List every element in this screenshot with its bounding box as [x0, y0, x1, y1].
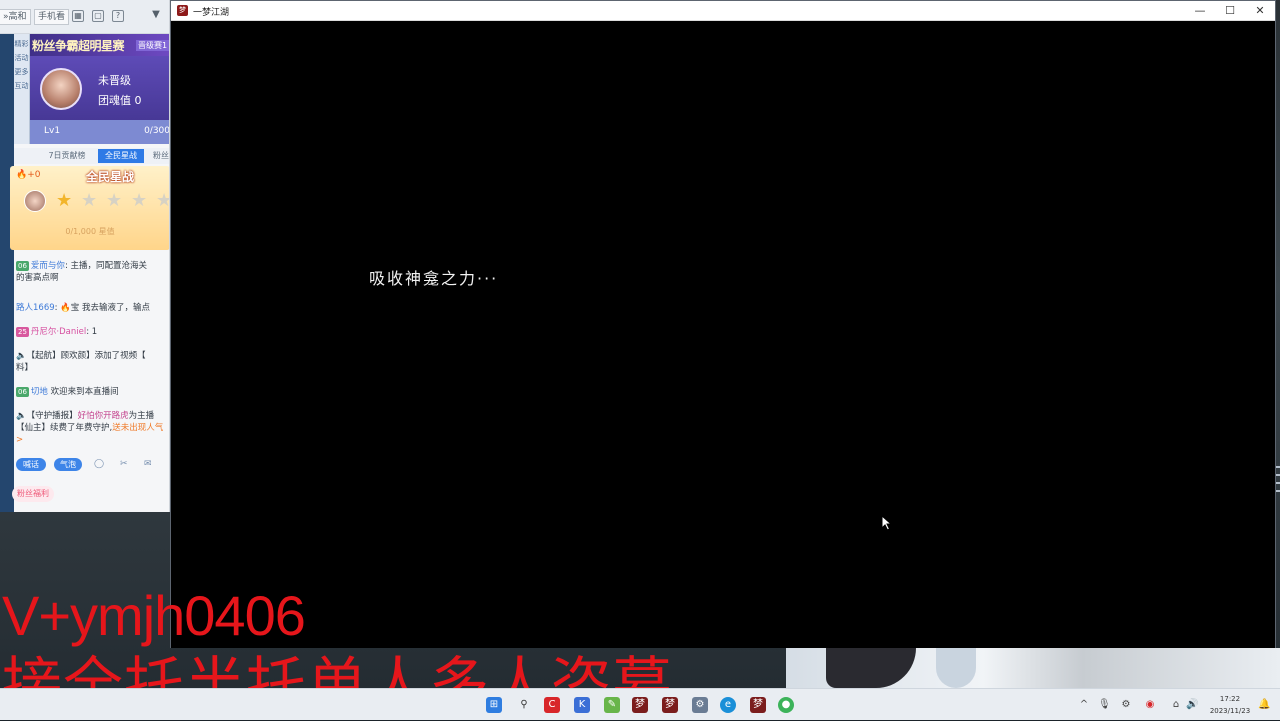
level-value: 0/300	[144, 126, 170, 136]
game-viewport[interactable]: 吸收神龛之力···	[171, 22, 1275, 648]
search-icon[interactable]: ⚲	[516, 697, 532, 713]
star-icon: ★	[106, 190, 123, 211]
edge-marks	[1276, 466, 1280, 502]
notification-icon[interactable]: 🔔	[1258, 699, 1270, 711]
stream-app-toolbar: »高和 手机看 ▦ ▢ ? ▼	[0, 0, 169, 34]
tray-app-icon[interactable]: ⚙	[1120, 699, 1132, 711]
star-card-avatar	[24, 190, 46, 212]
app-icon: 梦	[177, 5, 188, 16]
chat-list: 06 爱而与你: 主播，同配置沧海关 的害高点啊 路人1669: 🔥宝 我去输液了…	[14, 256, 169, 452]
tool-icon[interactable]: ⚙	[692, 697, 708, 713]
minimize-button[interactable]: —	[1185, 3, 1215, 19]
watermark-contact: V+ymjh0406	[2, 584, 306, 647]
dropdown-icon[interactable]: ▼	[150, 10, 162, 22]
profile-score: 团魂值 0	[98, 94, 142, 107]
network-icon[interactable]: ⌂	[1170, 699, 1182, 711]
clock-time: 17:22	[1219, 695, 1241, 703]
volume-icon[interactable]: 🔊	[1186, 699, 1198, 711]
game-app-icon-3[interactable]: 梦	[750, 697, 766, 713]
star-icon: ★	[131, 190, 148, 211]
window-icon[interactable]: ▢	[92, 10, 104, 22]
profile-name: 未晋级	[98, 74, 131, 87]
help-icon[interactable]: ?	[112, 10, 124, 22]
level-bar: Lv1 0/300	[30, 120, 170, 144]
app-red-icon[interactable]: C	[544, 697, 560, 713]
banner-title: 粉丝争霸超明星赛	[32, 39, 125, 53]
chat-message: 25 丹尼尔·Daniel: 1	[16, 327, 98, 337]
banner-tag: 晋级赛1	[136, 40, 169, 51]
app-green-icon[interactable]: ✎	[604, 697, 620, 713]
chat-message: 的害高点啊	[16, 273, 59, 283]
chat-message: 🔈【守护播报】好怕你开路虎为主播	[16, 411, 155, 421]
tray-red-icon[interactable]: ◉	[1144, 699, 1156, 711]
speaker-icon: 🔈	[16, 351, 27, 361]
fan-profile-card: 未晋级 团魂值 0	[30, 56, 169, 120]
fan-benefit-button[interactable]: 粉丝福利	[12, 486, 54, 502]
tab-star-battle[interactable]: 全民星战	[98, 149, 144, 163]
clock-date: 2023/11/23	[1209, 707, 1251, 715]
maximize-button[interactable]: ☐	[1215, 3, 1245, 19]
tab-fans[interactable]: 粉丝	[152, 149, 169, 163]
game-app-icon[interactable]: 梦	[632, 697, 648, 713]
toolbar-button-channel[interactable]: »高和	[0, 9, 31, 25]
star-icon: ★	[56, 190, 73, 211]
star-icon: ★	[81, 190, 98, 211]
tab-weekly-rank[interactable]: 7日贡献榜	[44, 149, 90, 163]
mouse-cursor-icon	[881, 515, 893, 531]
taskbar-clock[interactable]: 17:22 2023/11/23	[1206, 693, 1254, 717]
loading-text: 吸收神龛之力···	[369, 269, 499, 288]
level-label: Lv1	[44, 126, 61, 136]
left-rail	[0, 34, 14, 512]
shout-button[interactable]: 喊话	[16, 458, 46, 471]
speaker-icon: 🔈	[16, 411, 27, 421]
rank-tabs: 7日贡献榜 全民星战 粉丝	[14, 148, 169, 164]
toolbar-button-mobile[interactable]: 手机看	[34, 9, 70, 25]
mic-icon[interactable]: 🎙	[1098, 699, 1111, 711]
app-blue-icon[interactable]: K	[574, 697, 590, 713]
star-battle-card[interactable]: 🔥+0 全民星战 ★ ★ ★ ★ ★ 0/1,000 星值	[10, 166, 169, 250]
bubble-button[interactable]: 气泡	[54, 458, 82, 471]
chat-message: 料】	[16, 363, 34, 373]
desktop-wallpaper-strip	[786, 648, 1280, 688]
star-progress: 0/1,000 星值	[65, 227, 115, 236]
star-card-title: 全民星战	[86, 170, 135, 184]
start-icon[interactable]: ⊞	[486, 697, 502, 713]
chevron-up-icon[interactable]: ^	[1078, 699, 1090, 711]
chat-message: 🔈【起航】顾欢颜】添加了视频【	[16, 351, 146, 361]
event-banner[interactable]: 粉丝争霸超明星赛 晋级赛1	[30, 34, 169, 56]
emoji-icon[interactable]: ◯	[94, 459, 104, 469]
taskbar: ⊞ ⚲ C K ✎ 梦 梦 ⚙ e 梦 ● ^ 🎙 ⚙ ◉ ⌂ 🔊 17:22 …	[0, 688, 1280, 720]
star-icon: ★	[156, 190, 169, 211]
chat-message: 路人1669: 🔥宝 我去输液了，输点	[16, 303, 150, 313]
wechat-icon[interactable]: ●	[778, 697, 794, 713]
side-tab-strip[interactable]: 精彩 活动 更多 互动	[14, 34, 30, 144]
scissors-icon[interactable]: ✂	[120, 459, 128, 469]
window-title: 一梦江湖	[193, 8, 230, 18]
grid-icon[interactable]: ▦	[72, 10, 84, 22]
close-button[interactable]: ✕	[1245, 3, 1275, 19]
game-window-titlebar[interactable]: 梦 一梦江湖 — ☐ ✕	[171, 1, 1275, 21]
avatar[interactable]	[40, 68, 82, 110]
mail-icon[interactable]: ✉	[144, 459, 152, 469]
game-app-icon-2[interactable]: 梦	[662, 697, 678, 713]
stream-app-panel: »高和 手机看 ▦ ▢ ? ▼ 精彩 活动 更多 互动 粉丝争霸超明星赛 晋级赛1 未…	[0, 0, 170, 512]
browser-icon[interactable]: e	[720, 697, 736, 713]
chat-message: 06 切地 欢迎来到本直播间	[16, 387, 119, 397]
chat-action-bar: 喊话 气泡 ◯ ✂ ✉	[14, 458, 169, 472]
chat-message: >	[16, 435, 24, 445]
chat-message: 【仙主】续费了年费守护,送未出现人气	[16, 423, 164, 433]
chat-message: 06 爱而与你: 主播，同配置沧海关	[16, 261, 148, 271]
game-window: 梦 一梦江湖 — ☐ ✕ 吸收神龛之力···	[170, 0, 1276, 648]
fire-count: 🔥+0	[16, 170, 41, 180]
